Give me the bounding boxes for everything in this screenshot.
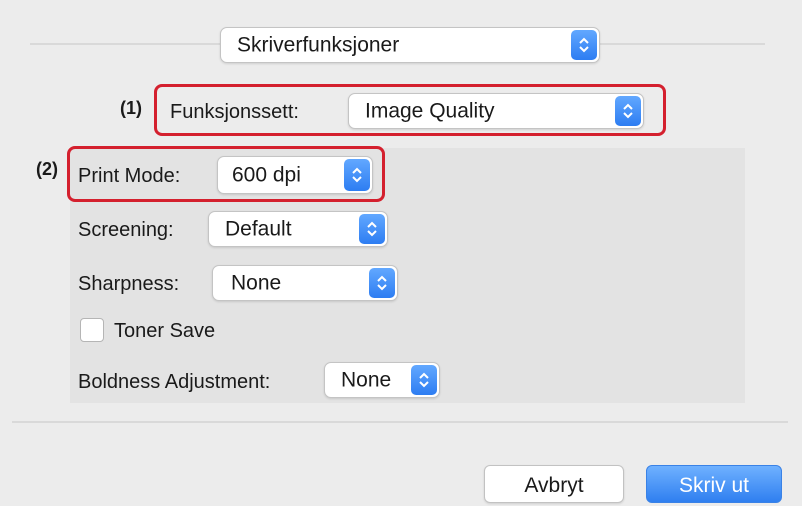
feature-set-value: Image Quality (365, 99, 495, 123)
cancel-button[interactable]: Avbryt (484, 465, 624, 503)
screening-label: Screening: (78, 219, 174, 241)
toner-save-label: Toner Save (114, 320, 216, 342)
menu-popup-value: Skriverfunksjoner (237, 33, 400, 57)
callout-1: (1) (120, 98, 142, 118)
screening-popup[interactable]: Default (208, 211, 388, 247)
screening-stepper-icon (359, 214, 385, 244)
top-divider-left (30, 43, 220, 45)
cancel-button-label: Avbryt (524, 474, 584, 497)
boldness-value: None (341, 368, 392, 392)
print-mode-value: 600 dpi (232, 163, 301, 187)
feature-set-popup[interactable]: Image Quality (348, 93, 644, 129)
toner-save-checkbox[interactable] (80, 318, 104, 342)
feature-set-label: Funksjonssett: (170, 101, 299, 123)
sharpness-stepper-icon (369, 268, 395, 298)
boldness-stepper-icon (411, 365, 437, 395)
print-mode-popup[interactable]: 600 dpi (217, 156, 373, 194)
feature-set-stepper-icon (615, 96, 641, 126)
top-divider-right (600, 43, 765, 45)
boldness-label: Boldness Adjustment: (78, 371, 271, 393)
print-mode-label: Print Mode: (78, 165, 181, 187)
print-mode-stepper-icon (344, 159, 370, 191)
menu-popup[interactable]: Skriverfunksjoner (220, 27, 600, 63)
print-button-label: Skriv ut (678, 474, 749, 497)
sharpness-popup[interactable]: None (212, 265, 398, 301)
sharpness-value: None (231, 271, 282, 295)
boldness-popup[interactable]: None (324, 362, 440, 398)
menu-popup-stepper-icon (571, 30, 597, 60)
callout-2: (2) (36, 159, 58, 179)
bottom-divider (12, 421, 788, 423)
print-button[interactable]: Skriv ut (646, 465, 782, 503)
sharpness-label: Sharpness: (78, 273, 180, 295)
screening-value: Default (225, 217, 292, 241)
